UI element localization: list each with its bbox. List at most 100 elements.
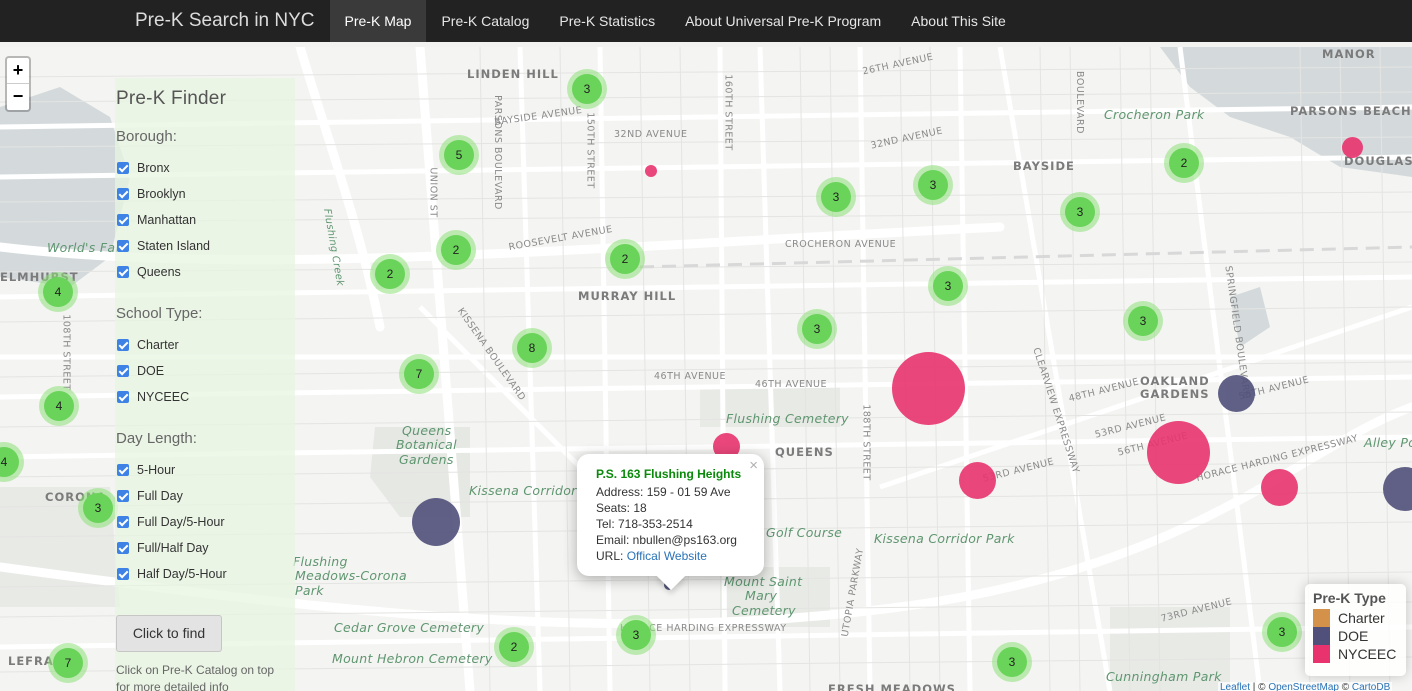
nyceec-marker[interactable] <box>1342 137 1363 158</box>
nyceec-marker[interactable] <box>959 462 996 499</box>
leaflet-link[interactable]: Leaflet <box>1220 682 1250 691</box>
checkbox-bronx[interactable]: Bronx <box>116 155 295 181</box>
cluster-marker[interactable]: 3 <box>78 488 118 528</box>
map-label: Mount Hebron Cemetery <box>332 651 493 666</box>
checkbox-half-day-5-hour[interactable]: Half Day/5-Hour <box>116 561 295 587</box>
checkbox-label: Charter <box>137 338 179 352</box>
zoom-in-button[interactable]: + <box>7 58 29 84</box>
map-label: World's Fai <box>47 240 120 255</box>
checkbox-full-day[interactable]: Full Day <box>116 483 295 509</box>
cluster-marker[interactable]: 3 <box>816 177 856 217</box>
cluster-marker[interactable]: 5 <box>439 135 479 175</box>
checkbox-staten-island[interactable]: Staten Island <box>116 233 295 259</box>
checkbox-icon[interactable] <box>117 188 129 200</box>
checkbox-manhattan[interactable]: Manhattan <box>116 207 295 233</box>
nyceec-marker[interactable] <box>892 352 965 425</box>
cluster-marker[interactable]: 2 <box>1164 143 1204 183</box>
tab-pre-k-map[interactable]: Pre-K Map <box>329 0 427 42</box>
checkbox-nyceec[interactable]: NYCEEC <box>116 384 295 410</box>
find-button[interactable]: Click to find <box>116 615 222 652</box>
legend-label: Charter <box>1338 610 1385 626</box>
tab-about-site[interactable]: About This Site <box>896 0 1021 42</box>
nyceec-marker[interactable] <box>1147 421 1210 484</box>
school-type-filter: School Type: Charter DOE NYCEEC <box>116 305 295 410</box>
cluster-marker[interactable]: 3 <box>992 642 1032 682</box>
cluster-count: 8 <box>517 333 547 363</box>
cluster-marker[interactable]: 3 <box>1262 612 1302 652</box>
tab-about-upk[interactable]: About Universal Pre-K Program <box>670 0 896 42</box>
popup-title: P.S. 163 Flushing Heights <box>596 467 742 481</box>
checkbox-icon[interactable] <box>117 365 129 377</box>
checkbox-full-day-5-hour[interactable]: Full Day/5-Hour <box>116 509 295 535</box>
close-icon[interactable]: × <box>749 457 758 474</box>
school-type-title: School Type: <box>116 305 203 322</box>
nyceec-marker[interactable] <box>1261 469 1298 506</box>
cluster-count: 3 <box>621 620 651 650</box>
cluster-count: 3 <box>821 182 851 212</box>
map-label: Mary <box>745 588 778 603</box>
legend-item-nyceec: NYCEEC <box>1313 645 1398 663</box>
map-label: OAKLAND GARDENS <box>1140 374 1210 401</box>
popup-tip-cover <box>647 564 697 576</box>
checkbox-full-half-day[interactable]: Full/Half Day <box>116 535 295 561</box>
cluster-count: 7 <box>404 359 434 389</box>
checkbox-icon[interactable] <box>117 542 129 554</box>
checkbox-queens[interactable]: Queens <box>116 259 295 285</box>
map-label: Queens <box>402 423 452 438</box>
map-legend: Pre-K Type Charter DOE NYCEEC <box>1305 584 1406 676</box>
map-label: FRESH MEADOWS <box>828 682 956 691</box>
checkbox-icon[interactable] <box>117 266 129 278</box>
checkbox-doe[interactable]: DOE <box>116 358 295 384</box>
cluster-marker[interactable]: 3 <box>567 69 607 109</box>
cluster-count: 7 <box>53 648 83 678</box>
map-label: 108TH STREET <box>60 314 72 391</box>
tab-pre-k-catalog[interactable]: Pre-K Catalog <box>426 0 544 42</box>
carto-link[interactable]: CartoDB <box>1352 682 1390 691</box>
cluster-marker[interactable]: 3 <box>913 165 953 205</box>
cluster-marker[interactable]: 2 <box>370 254 410 294</box>
checkbox-icon[interactable] <box>117 214 129 226</box>
brand-title[interactable]: Pre-K Search in NYC <box>135 0 315 42</box>
doe-marker[interactable] <box>412 498 460 546</box>
checkbox-5-hour[interactable]: 5-Hour <box>116 457 295 483</box>
cluster-marker[interactable]: 2 <box>436 230 476 270</box>
cluster-marker[interactable]: 3 <box>1123 301 1163 341</box>
cluster-marker[interactable]: 8 <box>512 328 552 368</box>
cluster-count: 3 <box>802 314 832 344</box>
official-website-link[interactable]: Offical Website <box>627 549 707 563</box>
checkbox-icon[interactable] <box>117 464 129 476</box>
cluster-marker[interactable]: 3 <box>928 266 968 306</box>
checkbox-brooklyn[interactable]: Brooklyn <box>116 181 295 207</box>
cluster-marker[interactable]: 3 <box>616 615 656 655</box>
doe-marker[interactable] <box>1218 375 1255 412</box>
cluster-marker[interactable]: 7 <box>48 643 88 683</box>
checkbox-label: 5-Hour <box>137 463 176 477</box>
zoom-out-button[interactable]: − <box>7 84 29 110</box>
nyceec-marker[interactable] <box>645 165 657 177</box>
cluster-marker[interactable]: 2 <box>605 239 645 279</box>
tab-pre-k-statistics[interactable]: Pre-K Statistics <box>544 0 670 42</box>
cluster-marker[interactable]: 4 <box>39 386 79 426</box>
map-label: BAYSIDE <box>1013 159 1075 173</box>
cluster-marker[interactable]: 3 <box>797 309 837 349</box>
checkbox-icon[interactable] <box>117 339 129 351</box>
map-attribution: Leaflet | © OpenStreetMap © CartoDB <box>1218 682 1393 691</box>
cluster-count: 3 <box>1128 306 1158 336</box>
checkbox-icon[interactable] <box>117 391 129 403</box>
legend-item-doe: DOE <box>1313 627 1398 645</box>
map-label: 150TH STREET <box>584 112 596 189</box>
checkbox-icon[interactable] <box>117 490 129 502</box>
checkbox-label: Bronx <box>137 161 170 175</box>
checkbox-icon[interactable] <box>117 516 129 528</box>
checkbox-icon[interactable] <box>117 568 129 580</box>
checkbox-icon[interactable] <box>117 240 129 252</box>
checkbox-charter[interactable]: Charter <box>116 332 295 358</box>
cluster-count: 3 <box>1267 617 1297 647</box>
cluster-marker[interactable]: 7 <box>399 354 439 394</box>
map-label: UNION ST <box>427 167 439 218</box>
cluster-marker[interactable]: 3 <box>1060 192 1100 232</box>
osm-link[interactable]: OpenStreetMap <box>1268 682 1339 691</box>
cluster-marker[interactable]: 2 <box>494 627 534 667</box>
cluster-marker[interactable]: 4 <box>38 272 78 312</box>
checkbox-icon[interactable] <box>117 162 129 174</box>
